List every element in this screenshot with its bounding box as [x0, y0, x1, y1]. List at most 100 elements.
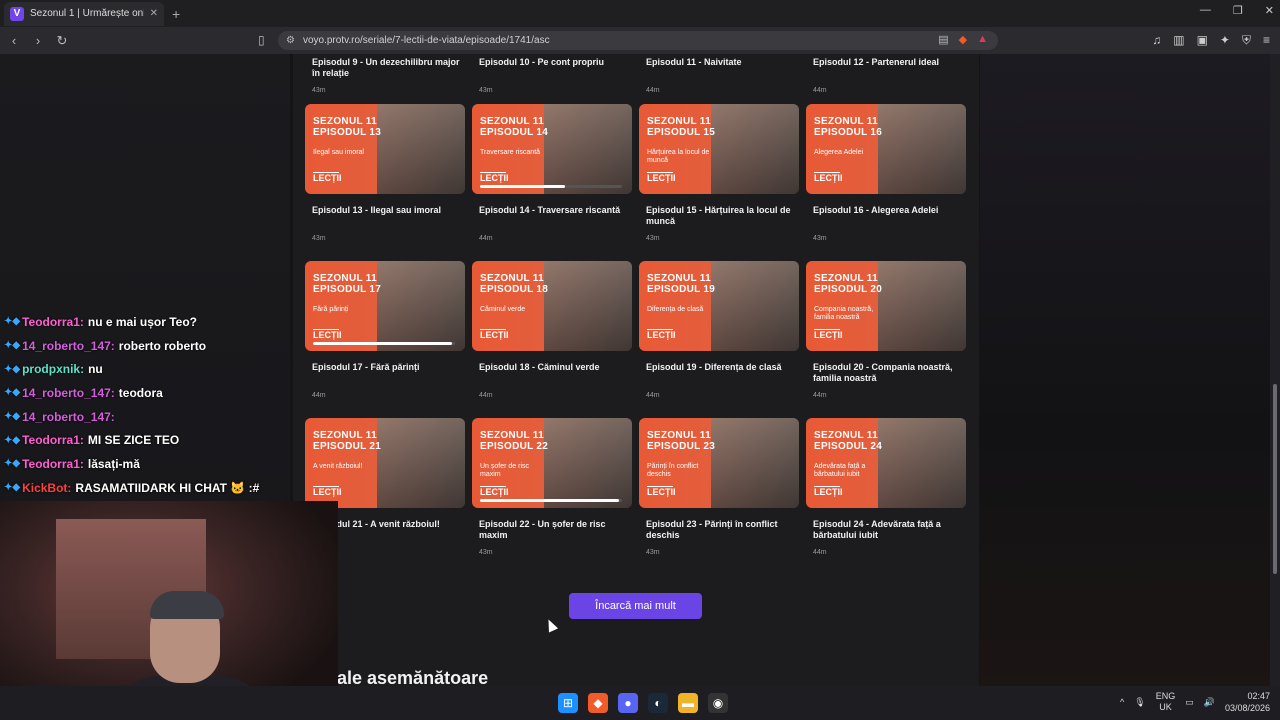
episode-card[interactable]: Episodul 10 - Pe cont propriu 43m [472, 54, 632, 94]
episode-still [377, 261, 465, 351]
episode-title: Episodul 22 - Un șofer de risc maxim [479, 519, 606, 540]
episode-thumbnail[interactable]: SEZONUL 11 EPISODUL 23 Părinți în conflict… [639, 418, 799, 508]
chat-badges-icon: ✦◆ [4, 411, 21, 423]
lang-region: UK [1159, 702, 1172, 712]
season-episode-label: SEZONUL 11 EPISODUL 19 [647, 273, 715, 295]
season-episode-label: SEZONUL 11 EPISODUL 24 [814, 430, 882, 452]
page-scrollbar[interactable] [1270, 54, 1280, 686]
window-close-icon[interactable]: ✕ [1265, 4, 1274, 17]
episode-thumbnail[interactable]: SEZONUL 11 EPISODUL 17 Fără părinți LECȚII [305, 261, 465, 351]
episode-subtitle: Alegerea Adelei [814, 149, 864, 156]
chat-username[interactable]: Teodorra1: [22, 315, 84, 329]
vpn-icon[interactable]: ⛨ [1242, 33, 1251, 48]
scroll-thumb[interactable] [1273, 384, 1277, 574]
sidebar-icon[interactable]: ▥ [1173, 33, 1184, 48]
episode-card[interactable]: SEZONUL 11 EPISODUL 16 Alegerea Adelei LECȚ… [806, 104, 966, 242]
episode-card[interactable]: SEZONUL 11 EPISODUL 13 Ilegal sau imoral LE… [305, 104, 465, 242]
episode-thumbnail[interactable]: SEZONUL 11 EPISODUL 18 Căminul verde LECȚII [472, 261, 632, 351]
discord-icon[interactable]: ● [618, 693, 638, 713]
season-episode-label: SEZONUL 11 EPISODUL 17 [313, 273, 381, 295]
wallet-icon[interactable]: ▣ [1197, 33, 1208, 48]
episode-thumbnail[interactable]: SEZONUL 11 EPISODUL 21 A venit războiul! LE… [305, 418, 465, 508]
brave-shield-icon[interactable]: ◆ [959, 33, 967, 46]
episode-card[interactable]: Episodul 9 - Un dezechilibru major în re… [305, 54, 465, 94]
episode-card[interactable]: SEZONUL 11 EPISODUL 22 Un șofer de risc ma… [472, 418, 632, 556]
load-more-button[interactable]: Încarcă mai mult [569, 593, 702, 619]
episode-thumbnail[interactable]: SEZONUL 11 EPISODUL 13 Ilegal sau imoral LE… [305, 104, 465, 194]
media-icon[interactable]: ♫ [1152, 33, 1161, 48]
episode-card[interactable]: SEZONUL 11 EPISODUL 14 Traversare riscantă… [472, 104, 632, 242]
maximize-icon[interactable]: ❐ [1233, 4, 1243, 17]
show-logo: LECȚII [480, 329, 509, 340]
episode-card[interactable]: SEZONUL 11 EPISODUL 19 Diferența de clasă L… [639, 261, 799, 399]
translate-icon[interactable]: ▤ [938, 33, 948, 46]
chat-username[interactable]: 14_roberto_147: [22, 410, 115, 424]
site-info-icon[interactable]: ⚙ [286, 35, 295, 46]
episode-thumbnail[interactable]: SEZONUL 11 EPISODUL 19 Diferența de clasă L… [639, 261, 799, 351]
episode-still [377, 104, 465, 194]
episode-thumbnail[interactable]: SEZONUL 11 EPISODUL 14 Traversare riscantă… [472, 104, 632, 194]
chat-text: roberto roberto [118, 338, 207, 353]
episode-card[interactable]: Episodul 11 - Naivitate 44m [639, 54, 799, 94]
episode-card[interactable]: SEZONUL 11 EPISODUL 24 Adevărata față a bă… [806, 418, 966, 556]
windows-start-icon[interactable]: ⊞ [558, 693, 578, 713]
chat-username[interactable]: Teodorra1: [22, 433, 84, 447]
brave-icon[interactable]: ◆ [588, 693, 608, 713]
chat-username[interactable]: 14_roberto_147: [22, 386, 115, 400]
episode-duration: 43m [312, 87, 326, 94]
back-icon[interactable]: ‹ [4, 33, 24, 48]
bookmark-icon[interactable]: ▯ [258, 33, 265, 47]
episode-thumbnail[interactable]: SEZONUL 11 EPISODUL 24 Adevărata față a bă… [806, 418, 966, 508]
chat-badges-icon: ✦◆ [4, 387, 21, 399]
leo-ai-icon[interactable]: ✦ [1220, 33, 1230, 48]
tray-chevron-icon[interactable]: ^ [1120, 697, 1124, 707]
episode-thumbnail[interactable]: SEZONUL 11 EPISODUL 22 Un șofer de risc ma… [472, 418, 632, 508]
episode-subtitle: Ilegal sau imoral [313, 149, 364, 156]
forward-icon[interactable]: › [28, 33, 48, 48]
episode-card[interactable]: SEZONUL 11 EPISODUL 15 Hărțuirea la locul … [639, 104, 799, 242]
brave-rewards-icon[interactable]: ▲ [977, 33, 988, 46]
episode-card[interactable]: SEZONUL 11 EPISODUL 17 Fără părinți LECȚII E… [305, 261, 465, 399]
episode-thumbnail[interactable]: SEZONUL 11 EPISODUL 15 Hărțuirea la locul … [639, 104, 799, 194]
menu-icon[interactable]: ≡ [1263, 33, 1270, 48]
reload-icon[interactable]: ↻ [52, 33, 72, 49]
url-field[interactable]: ⚙ voyo.protv.ro/seriale/7-lectii-de-viat… [278, 31, 998, 50]
chat-message: ✦◆ 14_roberto_147: teodora [0, 381, 290, 405]
network-icon[interactable]: ▭ [1185, 697, 1194, 708]
file-explorer-icon[interactable]: ▬ [678, 693, 698, 713]
season-episode-label: SEZONUL 11 EPISODUL 23 [647, 430, 715, 452]
clock-date: 03/08/2026 [1224, 703, 1270, 713]
microphone-icon[interactable]: 🎙 [1134, 697, 1145, 708]
episode-duration: 43m [646, 549, 660, 556]
chat-username[interactable]: Teodorra1: [22, 457, 84, 471]
browser-tab[interactable]: V Sezonul 1 | Urmărește online no ✕ [4, 1, 164, 26]
chat-text: nu e mai ușor Teo? [87, 314, 197, 329]
steam-icon[interactable]: ◐ [648, 693, 668, 713]
episode-card[interactable]: Episodul 12 - Partenerul ideal 44m [806, 54, 966, 94]
obs-icon[interactable]: ◉ [708, 693, 728, 713]
episode-card[interactable]: SEZONUL 11 EPISODUL 20 Compania noastră, f… [806, 261, 966, 399]
episode-subtitle: Hărțuirea la locul de muncă [647, 149, 710, 164]
episode-card[interactable]: SEZONUL 11 EPISODUL 18 Căminul verde LECȚII… [472, 261, 632, 399]
close-icon[interactable]: ✕ [150, 8, 158, 19]
episode-number-label: EPISODUL 20 [814, 284, 883, 295]
clock[interactable]: 02:47 03/08/2026 [1225, 690, 1270, 714]
chat-username[interactable]: KickBot: [22, 481, 71, 495]
season-label: SEZONUL 11 [814, 273, 878, 284]
episode-thumbnail[interactable]: SEZONUL 11 EPISODUL 16 Alegerea Adelei LECȚ… [806, 104, 966, 194]
streamer-cap [150, 591, 224, 619]
episode-duration: 44m [813, 392, 827, 399]
episode-number-label: EPISODUL 21 [313, 441, 382, 452]
watch-progress-bar [313, 342, 455, 345]
episode-card[interactable]: SEZONUL 11 EPISODUL 23 Părinți în conflict… [639, 418, 799, 556]
chat-text: nu [88, 362, 103, 377]
new-tab-icon[interactable]: + [172, 6, 180, 22]
chat-username[interactable]: 14_roberto_147: [22, 339, 115, 353]
similar-shows-heading: ale asemănătoare [337, 668, 489, 686]
episode-title: Episodul 24 - Adevărata față a bărbatulu… [813, 519, 941, 540]
chat-username[interactable]: prodpxnik: [22, 362, 84, 376]
minimize-icon[interactable]: — [1200, 4, 1211, 17]
language-indicator[interactable]: ENG UK [1156, 691, 1176, 713]
episode-thumbnail[interactable]: SEZONUL 11 EPISODUL 20 Compania noastră, f… [806, 261, 966, 351]
volume-icon[interactable]: 🔊 [1204, 697, 1215, 708]
